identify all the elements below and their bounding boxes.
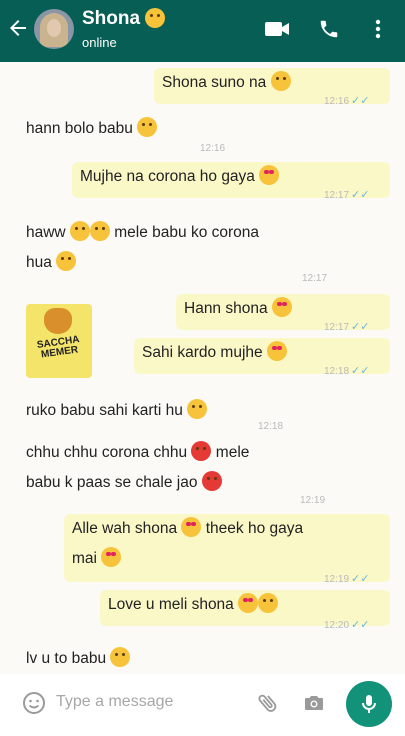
back-arrow-icon[interactable] [6, 16, 30, 40]
read-receipt-icon: ✓✓ [351, 619, 370, 631]
incoming-message[interactable]: ruko babu sahi karti hu 12:18 [26, 396, 306, 432]
avatar[interactable] [34, 9, 74, 49]
angry-face-emoji [201, 471, 222, 491]
outgoing-message[interactable]: Love u meli shona 12:20 ✓✓ [100, 590, 390, 631]
message-time: 12:17 [324, 322, 350, 333]
message-time: 12:17 [324, 190, 350, 201]
heart-eyes-emoji [101, 547, 122, 567]
outgoing-message[interactable]: Mujhe na corona ho gaya 12:17 ✓✓ [72, 162, 390, 201]
outgoing-message[interactable]: Hann shona 12:17 ✓✓ [176, 294, 390, 333]
contact-status: online [82, 35, 117, 50]
angry-face-emoji [191, 441, 212, 461]
message-text: Alle wah shona [72, 520, 178, 537]
sticker-text: SACCHA MEMER [36, 334, 81, 361]
message-text: haww [26, 224, 66, 241]
message-time: 12:17 [302, 273, 328, 284]
face-blowing-kiss-emoji [258, 593, 279, 613]
heart-eyes-emoji [271, 297, 292, 317]
message-composer[interactable]: Type a message [10, 680, 338, 726]
video-call-icon[interactable] [264, 18, 290, 40]
outgoing-message[interactable]: Shona suno na 12:16 ✓✓ [154, 68, 390, 107]
outgoing-message[interactable]: Alle wah shona theek ho gaya mai 12:19 ✓✓ [64, 514, 390, 585]
message-text: Hann shona [184, 300, 268, 317]
heart-eyes-emoji [266, 341, 287, 361]
message-text: theek ho gaya [205, 520, 304, 537]
message-text: ruko babu sahi karti hu [26, 402, 183, 419]
message-text: Love u meli shona [108, 596, 234, 613]
message-time: 12:20 [324, 620, 350, 631]
outgoing-message[interactable]: Sahi kardo mujhe 12:18 ✓✓ [134, 338, 390, 377]
message-input[interactable]: Type a message [56, 693, 173, 711]
incoming-message[interactable]: chhu chhu corona chhu mele babu k paas s… [26, 438, 346, 506]
smiling-face-emoji [270, 71, 291, 91]
message-time: 12:20 [168, 664, 193, 674]
incoming-message[interactable]: haww mele babu ko corona hua 12:17 [26, 218, 346, 284]
message-text: Shona suno na [162, 74, 267, 91]
incoming-message[interactable]: lv u to babu 12:20 [26, 644, 226, 674]
contact-name[interactable]: Shona [82, 8, 166, 30]
incoming-message[interactable]: hann bolo babu 12:16 [26, 114, 246, 154]
face-blowing-kiss-emoji [187, 399, 208, 419]
message-text: mele babu ko corona [114, 224, 260, 241]
read-receipt-icon: ✓✓ [351, 365, 370, 377]
message-text: Mujhe na corona ho gaya [80, 168, 255, 185]
emoji-icon[interactable] [22, 691, 46, 715]
phone-call-icon[interactable] [318, 18, 340, 40]
message-time: 12:19 [300, 495, 326, 506]
read-receipt-icon: ✓✓ [351, 573, 370, 585]
scream-emoji [69, 221, 90, 241]
mic-button[interactable] [346, 681, 392, 727]
read-receipt-icon: ✓✓ [351, 189, 370, 201]
heart-eyes-emoji [259, 165, 280, 185]
chat-header: Shona online [0, 0, 405, 62]
message-text: mele [215, 444, 250, 461]
message-time: 12:18 [324, 366, 350, 377]
read-receipt-icon: ✓✓ [351, 95, 370, 107]
face-blowing-kiss-emoji [137, 117, 158, 137]
message-text: hann bolo babu [26, 120, 133, 137]
heart-eyes-emoji [238, 593, 259, 613]
attach-icon[interactable] [256, 691, 280, 715]
face-blowing-kiss-emoji [110, 647, 131, 667]
scream-emoji [89, 221, 110, 241]
read-receipt-icon: ✓✓ [351, 321, 370, 333]
message-text: lv u to babu [26, 650, 107, 667]
chat-area[interactable]: Shona suno na 12:16 ✓✓ hann bolo babu 12:… [0, 62, 405, 674]
microphone-icon [357, 692, 381, 716]
message-time: 12:19 [324, 574, 350, 585]
heart-eyes-emoji [181, 517, 202, 537]
camera-icon[interactable] [302, 691, 326, 715]
face-blowing-kiss-emoji [145, 8, 166, 28]
more-options-icon[interactable] [374, 18, 382, 40]
message-text: babu k paas se chale jao [26, 474, 198, 491]
scream-emoji [56, 251, 77, 271]
message-text: mai [72, 550, 97, 567]
message-text: chhu chhu corona chhu [26, 444, 188, 461]
message-time: 12:16 [200, 143, 226, 154]
message-text: Sahi kardo mujhe [142, 344, 263, 361]
dog-sticker-icon [44, 308, 72, 334]
message-text: hua [26, 254, 52, 271]
sticker[interactable]: SACCHA MEMER [26, 304, 92, 378]
message-time: 12:16 [324, 96, 350, 107]
